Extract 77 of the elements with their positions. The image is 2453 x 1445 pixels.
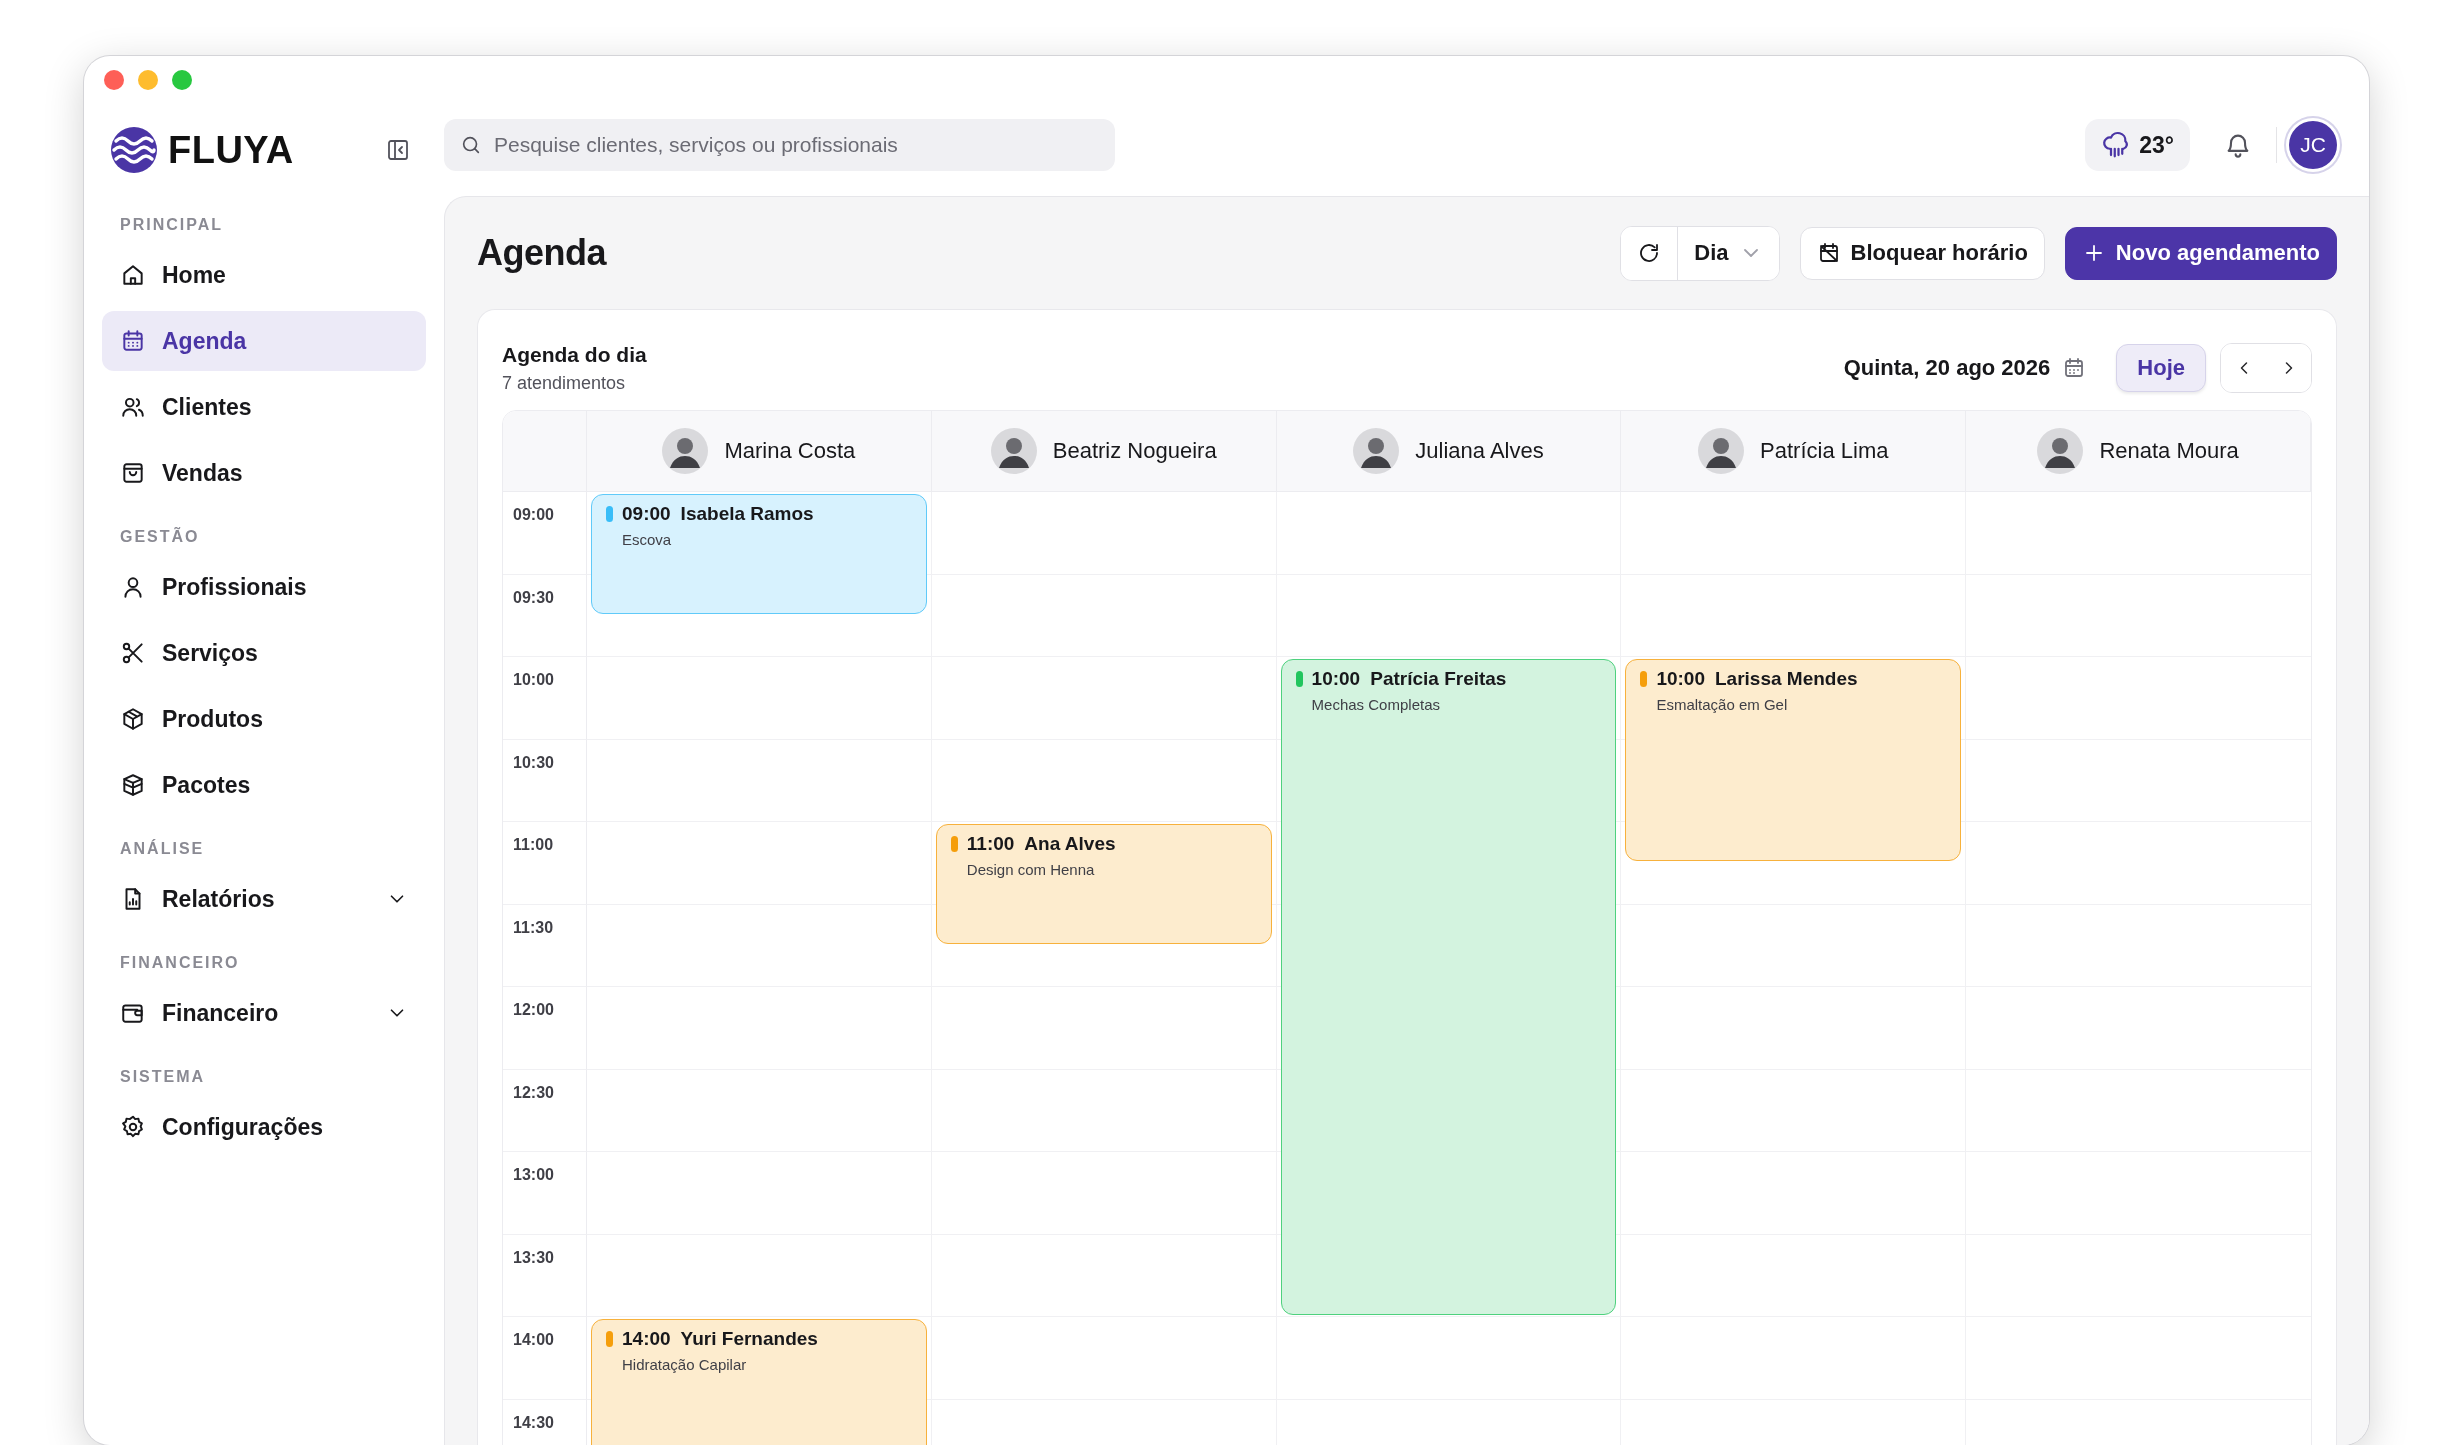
appointment-card[interactable]: 11:00 Ana Alves Design com Henna (935, 824, 1272, 944)
time-label: 11:30 (513, 918, 554, 936)
nav-item[interactable]: Agenda (102, 311, 426, 371)
section-label: GESTÃO (119, 526, 201, 547)
logo-icon (110, 126, 158, 174)
nav-item[interactable]: Clientes (102, 377, 426, 437)
search-field[interactable]: Pesquise clientes, serviços ou profissionais (444, 119, 1115, 171)
time-label: 14:00 (513, 1331, 554, 1348)
appointment-time: 10:00 (1656, 668, 1705, 690)
service-name: Escova (622, 531, 673, 548)
client-name: Patrícia Freitas (1370, 668, 1507, 690)
professional-name: Renata Moura (2099, 438, 2239, 464)
client-name: Larissa Mendes (1715, 668, 1858, 690)
nav-item[interactable]: Financeiro (102, 983, 426, 1043)
appointment-card[interactable]: 10:00 Larissa Mendes Esmaltação em Gel (1625, 659, 1962, 862)
today-button[interactable]: Hoje (2116, 344, 2206, 392)
appointment-time: 11:00 (966, 833, 1015, 855)
professional-name: Juliana Alves (1415, 438, 1544, 464)
minimize-button[interactable] (138, 70, 158, 90)
time-label: 11:00 (513, 836, 554, 853)
time-label: 09:30 (513, 588, 554, 606)
time-label: 12:00 (513, 1001, 554, 1018)
scissors-icon (120, 640, 146, 666)
current-date: Quinta, 20 ago 2026 (1843, 355, 2051, 381)
section-label: SISTEMA (119, 1067, 207, 1087)
nav-item[interactable]: Profissionais (102, 557, 426, 617)
time-label: 09:00 (513, 506, 554, 523)
time-label: 14:30 (513, 1413, 554, 1431)
time-label: 12:30 (513, 1083, 554, 1101)
professional-name: Patrícia Lima (1760, 438, 1889, 464)
appointment-time: 10:00 (1311, 668, 1361, 690)
appointment-count: 7 atendimentos (502, 372, 627, 394)
page-title: Agenda (477, 232, 606, 274)
temperature: 23° (2139, 131, 2174, 159)
client-name: Yuri Fernandes (680, 1328, 818, 1350)
bag-icon (120, 460, 146, 486)
nav-item[interactable]: Home (102, 245, 426, 305)
home-icon (120, 262, 146, 288)
nav-item[interactable]: Pacotes (102, 755, 426, 815)
appointment-card[interactable]: 10:00 Patrícia Freitas Mechas Completas (1280, 659, 1617, 1315)
appointment-time: 09:00 (622, 503, 671, 525)
time-label: 10:00 (513, 671, 554, 688)
nav-item[interactable]: Relatórios (102, 869, 426, 929)
nav-item[interactable]: Vendas (102, 443, 426, 503)
settings-icon (120, 1114, 146, 1140)
time-label: 13:30 (513, 1248, 554, 1266)
maximize-button[interactable] (172, 70, 192, 90)
nav-item[interactable]: Configurações (102, 1097, 426, 1157)
service-name: Hidratação Capilar (622, 1356, 748, 1373)
time-label: 13:00 (513, 1166, 554, 1183)
close-button[interactable] (104, 70, 124, 90)
service-name: Design com Henna (966, 861, 1096, 878)
appointment-card[interactable]: 14:00 Yuri Fernandes Hidratação Capilar (591, 1319, 927, 1445)
search-icon (460, 134, 482, 156)
boxes-icon (120, 772, 146, 798)
sidebar-toggle-icon[interactable] (386, 138, 410, 162)
service-name: Esmaltação em Gel (1656, 696, 1789, 713)
section-label: FINANCEIRO (119, 953, 241, 973)
service-name: Mechas Completas (1311, 696, 1441, 713)
card-title: Agenda do dia (502, 342, 647, 367)
calendar-icon (120, 328, 146, 354)
section-label: ANÁLISE (119, 838, 206, 859)
brand-name: FLUYA (168, 128, 294, 172)
client-name: Ana Alves (1024, 833, 1116, 855)
new-appointment-button[interactable]: Novo agendamento (2064, 226, 2337, 280)
professional-name: Marina Costa (724, 438, 856, 464)
view-select[interactable]: Dia (1677, 226, 1779, 280)
client-name: Isabela Ramos (680, 503, 814, 525)
block-time-button[interactable]: Bloquear horário (1799, 226, 2045, 280)
appointment-card[interactable]: 09:00 Isabela Ramos Escova (591, 494, 927, 614)
nav-item[interactable]: Produtos (102, 689, 426, 749)
box-icon (120, 706, 146, 732)
time-label: 10:30 (513, 753, 554, 771)
professional-name: Beatriz Nogueira (1052, 438, 1217, 464)
nav-item[interactable]: Serviços (102, 623, 426, 683)
section-label: PRINCIPAL (119, 215, 225, 235)
appointment-time: 14:00 (622, 1328, 671, 1350)
